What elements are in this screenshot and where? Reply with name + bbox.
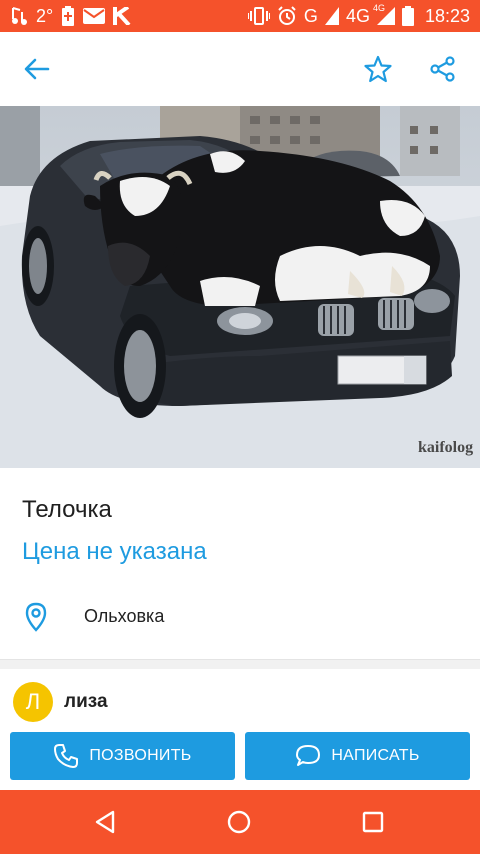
seller-avatar[interactable]: Л <box>13 682 53 722</box>
section-divider <box>0 659 480 669</box>
star-icon <box>364 55 392 83</box>
listing-price: Цена не указана <box>22 538 207 565</box>
write-button-label: НАПИСАТЬ <box>331 747 420 764</box>
call-button-label: ПОЗВОНИТЬ <box>89 747 192 764</box>
status-right: G 4G 4G 18:23 <box>247 3 470 27</box>
cow-on-car-image: kaifolog <box>0 106 480 468</box>
nav-home-button[interactable] <box>219 802 259 842</box>
network-4g-label: 4G <box>345 6 370 26</box>
nav-home-icon <box>227 810 251 834</box>
status-left: 2° <box>10 6 131 26</box>
signal-icon <box>324 6 339 26</box>
status-bar: 2° G 4G 4G 18:23 <box>0 0 480 32</box>
app-bar <box>0 32 480 106</box>
music-note-icon <box>10 6 28 26</box>
listing-title: Телочка <box>22 496 112 523</box>
battery-charging-icon <box>61 6 75 26</box>
listing-location[interactable]: Ольховка <box>84 606 164 627</box>
favorite-button[interactable] <box>358 49 398 89</box>
location-pin-icon <box>25 602 47 632</box>
nav-back-icon <box>95 810 115 834</box>
network-g-label: G <box>303 6 318 26</box>
battery-icon <box>401 6 414 26</box>
back-arrow-icon <box>24 58 50 80</box>
mail-icon <box>83 6 106 26</box>
nav-recent-icon <box>362 811 384 833</box>
alarm-icon <box>277 6 297 26</box>
seller-name[interactable]: лиза <box>64 691 108 713</box>
network-4g-small-label: 4G <box>372 3 385 13</box>
system-nav-bar <box>0 790 480 854</box>
vibrate-icon <box>247 6 270 26</box>
signal-4g-icon: 4G <box>373 3 395 26</box>
clock: 18:23 <box>424 5 470 26</box>
share-icon <box>430 56 455 82</box>
phone-icon <box>54 744 79 768</box>
nav-back-button[interactable] <box>86 802 126 842</box>
share-button[interactable] <box>423 49 463 89</box>
chat-bubble-icon <box>296 745 321 766</box>
write-button[interactable]: НАПИСАТЬ <box>245 732 470 780</box>
call-button[interactable]: ПОЗВОНИТЬ <box>10 732 235 780</box>
k-app-icon <box>113 6 131 26</box>
nav-recent-button[interactable] <box>353 802 393 842</box>
screen: 2° G 4G 4G 18:23 kaifolog Телочка Цена н… <box>0 0 480 854</box>
listing-photo[interactable]: kaifolog <box>0 106 480 468</box>
notification-count: 2° <box>36 6 54 26</box>
back-button[interactable] <box>17 49 57 89</box>
photo-watermark: kaifolog <box>418 439 473 456</box>
